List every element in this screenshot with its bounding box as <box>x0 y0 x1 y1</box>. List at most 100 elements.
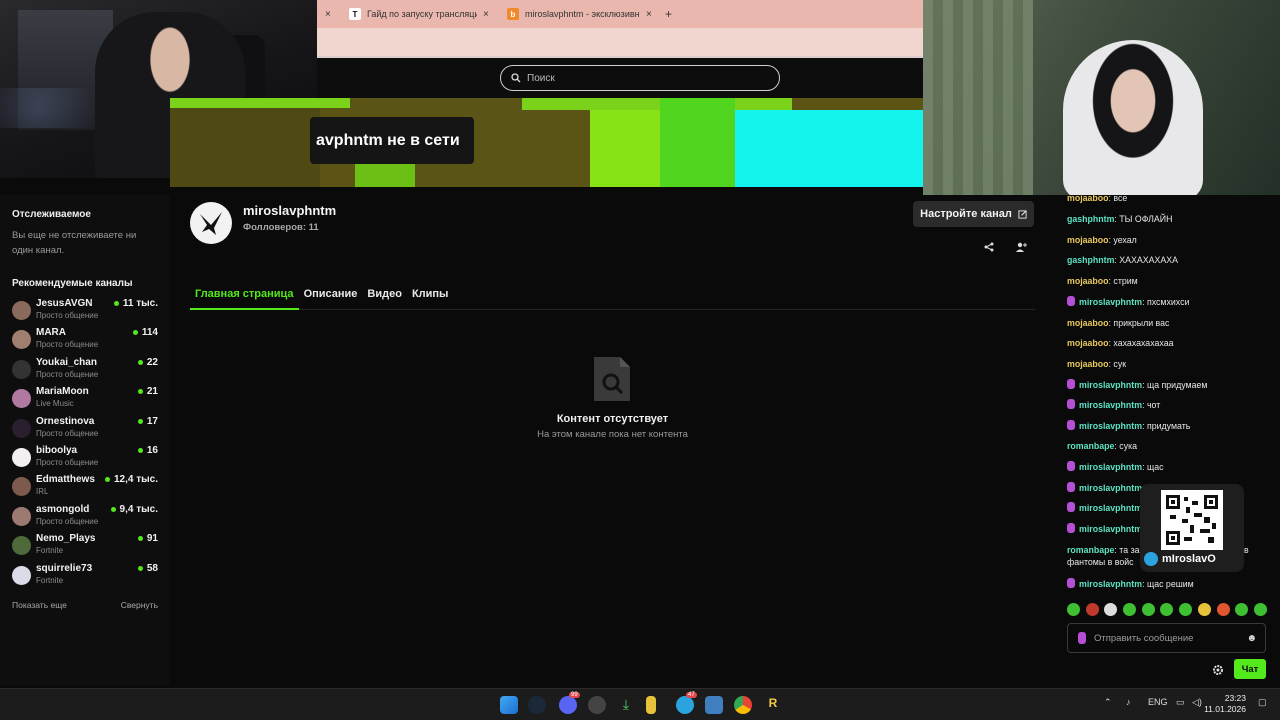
chat-message: gashphntm: ХАХАХАХАХА <box>1067 254 1267 266</box>
discord-icon[interactable] <box>559 696 577 714</box>
sidebar-channel-item[interactable]: asmongold Просто общение 9,4 тыс. <box>12 504 162 530</box>
tab-close-icon[interactable]: × <box>483 9 489 20</box>
chat-text: : ща придумаем <box>1142 380 1208 390</box>
chat-username[interactable]: mojaaboo <box>1067 276 1109 286</box>
emote-icon[interactable] <box>1197 603 1211 616</box>
sidebar-channel-item[interactable]: JesusAVGN Просто общение 11 тыс. <box>12 298 162 324</box>
sidebar-channel-item[interactable]: Edmatthews IRL 12,4 тыс. <box>12 474 162 500</box>
tab-videos[interactable]: Видео <box>362 285 407 310</box>
chat-username[interactable]: mojaaboo <box>1067 359 1109 369</box>
sidebar-channel-item[interactable]: Nemo_Plays Fortnite 91 <box>12 533 162 559</box>
chat-username[interactable]: gashphntm <box>1067 255 1114 265</box>
viewer-count-value: 58 <box>146 562 158 574</box>
microphone-badge-icon <box>1067 523 1075 533</box>
chrome-icon[interactable] <box>734 696 752 714</box>
user-add-icon[interactable] <box>1012 238 1030 256</box>
search-placeholder: Поиск <box>527 72 555 84</box>
language-indicator[interactable]: ENG <box>1148 697 1168 707</box>
emote-icon[interactable] <box>1085 603 1099 616</box>
collapse-link[interactable]: Свернуть <box>121 600 158 610</box>
tab-close-icon[interactable]: × <box>646 9 652 20</box>
microphone-icon[interactable]: ♪ <box>1126 697 1131 707</box>
chat-username[interactable]: miroslavphntm <box>1079 524 1142 534</box>
sidebar-channel-item[interactable]: MARA Просто общение 114 <box>12 327 162 353</box>
emote-icon[interactable] <box>1253 603 1267 616</box>
emote-icon[interactable] <box>1104 603 1118 616</box>
chat-username[interactable]: miroslavphntm <box>1079 297 1142 307</box>
chat-username[interactable]: romanbape <box>1067 441 1114 451</box>
tab-clips[interactable]: Клипы <box>407 285 454 310</box>
sidebar-channel-item[interactable]: biboolya Просто общение 16 <box>12 445 162 471</box>
clock-date: 11.01.2026 <box>1204 704 1246 714</box>
steam-icon[interactable] <box>528 696 546 714</box>
browser-tab-channel[interactable]: b miroslavphntm - эксклюзивный × <box>507 4 657 24</box>
new-tab-button[interactable]: + <box>665 4 672 24</box>
sidebar-channel-item[interactable]: Ornestinova Просто общение 17 <box>12 416 162 442</box>
chat-username[interactable]: miroslavphntm <box>1079 380 1142 390</box>
live-dot-icon <box>137 389 143 395</box>
emote-icon[interactable] <box>1067 603 1080 616</box>
configure-channel-button[interactable]: Настройте канал <box>913 201 1034 227</box>
show-more-link[interactable]: Показать еще <box>12 600 67 610</box>
volume-icon[interactable]: ◁) <box>1192 697 1202 708</box>
chat-username[interactable]: gashphntm <box>1067 214 1114 224</box>
chat-username[interactable]: mojaaboo <box>1067 235 1109 245</box>
chat-text: : придумать <box>1142 421 1191 431</box>
browser-tab-guide[interactable]: T Гайд по запуску трансляций н × <box>349 4 489 24</box>
chat-username[interactable]: miroslavphntm <box>1079 462 1142 472</box>
windows-start-icon[interactable] <box>500 696 518 714</box>
search-input[interactable]: Поиск <box>500 65 780 91</box>
tab-description[interactable]: Описание <box>299 285 363 310</box>
chat-username[interactable]: mojaaboo <box>1067 338 1109 348</box>
channel-category: Live Music <box>36 399 74 409</box>
app-icon[interactable] <box>588 696 606 714</box>
chat-text: : щас решим <box>1142 579 1194 589</box>
chat-username[interactable]: romanbape <box>1067 545 1114 555</box>
chat-username[interactable]: mojaaboo <box>1067 193 1109 203</box>
chat-username[interactable]: miroslavphntm <box>1079 503 1142 513</box>
tab-home[interactable]: Главная страница <box>190 285 299 310</box>
download-icon[interactable]: ⤓ <box>617 696 635 714</box>
app-icon[interactable]: R <box>764 696 782 714</box>
chat-username[interactable]: miroslavphntm <box>1079 421 1142 431</box>
emote-icon[interactable] <box>1123 603 1137 616</box>
channel-avatar <box>12 418 31 438</box>
channel-avatar[interactable] <box>190 202 232 244</box>
telegram-icon[interactable] <box>676 696 694 714</box>
tab-close-icon[interactable]: × <box>325 4 331 24</box>
network-icon[interactable]: ▭ <box>1176 697 1185 708</box>
sidebar-channel-item[interactable]: Youkai_chan Просто общение 22 <box>12 357 162 383</box>
app-icon[interactable] <box>646 696 656 714</box>
tab-favicon: T <box>349 8 361 20</box>
chat-username[interactable]: miroslavphntm <box>1079 400 1142 410</box>
sidebar-channel-item[interactable]: MariaMoon Live Music 21 <box>12 386 162 412</box>
share-icon[interactable] <box>980 238 998 256</box>
channel-avatar <box>12 536 31 556</box>
emote-icon[interactable] <box>1216 603 1230 616</box>
chat-message-input[interactable]: Отправить сообщение ☻ <box>1067 623 1266 653</box>
viewer-count-value: 11 тыс. <box>122 298 158 309</box>
chat-text: : хахахахахахаа <box>1108 338 1174 348</box>
chat-text: : сук <box>1108 359 1127 369</box>
chat-username[interactable]: mojaaboo <box>1067 318 1109 328</box>
chat-text: : ТЫ ОФЛАЙН <box>1114 214 1173 224</box>
emoji-icon[interactable]: ☻ <box>1246 633 1257 644</box>
webcam-right <box>923 0 1280 195</box>
sidebar-channel-item[interactable]: squirrelie73 Fortnite 58 <box>12 563 162 589</box>
emote-icon[interactable] <box>1141 603 1155 616</box>
microphone-badge-icon <box>1067 461 1075 471</box>
chat-text: : прикрыли вас <box>1108 318 1170 328</box>
chat-send-button[interactable]: Чат <box>1234 659 1266 679</box>
photos-icon[interactable] <box>705 696 723 714</box>
emote-icon[interactable] <box>1179 603 1193 616</box>
gear-icon[interactable] <box>1212 663 1224 675</box>
follower-count: Фолловеров: 11 <box>243 222 319 233</box>
emote-icon[interactable] <box>1235 603 1249 616</box>
channel-name: MARA <box>36 327 66 339</box>
system-clock[interactable]: 23:23 11.01.2026 <box>1204 693 1246 715</box>
chevron-up-icon[interactable]: ⌃ <box>1104 697 1112 708</box>
emote-icon[interactable] <box>1160 603 1174 616</box>
notification-icon[interactable]: ▢ <box>1258 697 1267 708</box>
chat-username[interactable]: miroslavphntm <box>1079 483 1142 493</box>
chat-username[interactable]: miroslavphntm <box>1079 579 1142 589</box>
